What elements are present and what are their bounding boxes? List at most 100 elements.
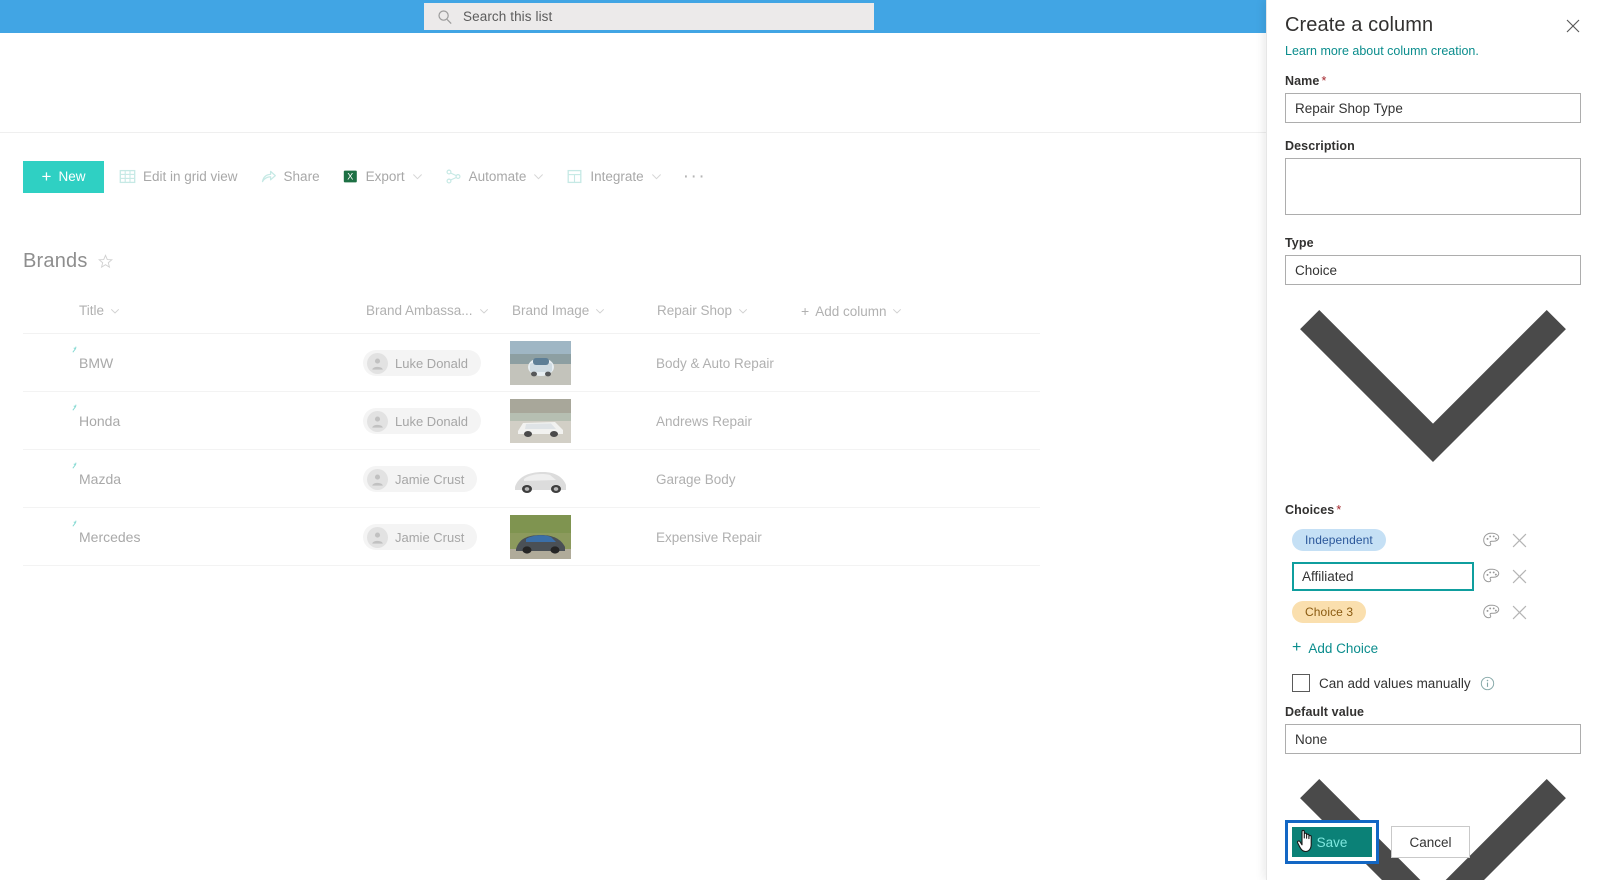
person-chip[interactable]: Jamie Crust — [363, 524, 478, 550]
list-column-headers: Title Brand Ambassa... Brand Image Repai… — [0, 303, 1060, 330]
edit-in-grid-view-button[interactable]: Edit in grid view — [108, 161, 249, 193]
cell-brand-ambassador: Jamie Crust — [363, 508, 478, 566]
table-row[interactable]: Honda Luke Donald Andrews Repair — [23, 392, 1040, 450]
cell-title: Mazda — [72, 450, 121, 508]
can-add-values-manually-checkbox[interactable] — [1292, 674, 1310, 693]
cell-brand-ambassador: Luke Donald — [363, 392, 481, 450]
required-marker: * — [1321, 74, 1327, 88]
chevron-down-icon — [738, 308, 748, 314]
required-marker: * — [1336, 503, 1342, 518]
default-value-selected: None — [1295, 731, 1328, 747]
chevron-down-icon — [479, 308, 488, 314]
add-choice-label: Add Choice — [1308, 640, 1379, 656]
table-row[interactable]: Mercedes Jamie Crust Expensive Repair — [23, 508, 1040, 566]
close-icon — [1512, 569, 1526, 584]
chevron-down-icon — [651, 174, 661, 180]
default-value-dropdown[interactable]: None — [1285, 724, 1581, 755]
chevron-down-icon — [1300, 309, 1566, 463]
choice-input-focused[interactable] — [1292, 561, 1474, 591]
choices-label: Choices * — [1285, 503, 1584, 517]
choice-delete-button[interactable] — [1505, 598, 1533, 626]
person-chip[interactable]: Luke Donald — [363, 350, 481, 376]
name-field[interactable] — [1285, 93, 1581, 123]
share-icon — [261, 170, 276, 183]
brand-image-thumbnail[interactable] — [510, 399, 571, 443]
export-label: Export — [365, 169, 405, 184]
share-button[interactable]: Share — [249, 161, 331, 193]
avatar — [367, 468, 388, 490]
command-toolbar: + New Edit in grid view Share X Export A… — [0, 133, 1266, 220]
sharing-marker-icon — [72, 462, 77, 469]
row-title: Mercedes — [79, 529, 141, 545]
new-button-label: New — [58, 169, 86, 184]
avatar — [367, 352, 388, 374]
column-header-title[interactable]: Title — [79, 303, 120, 318]
search-input[interactable]: Search this list — [424, 3, 874, 30]
page-root: Search this list + New Edit in grid view… — [0, 0, 1600, 880]
cancel-button[interactable]: Cancel — [1391, 826, 1470, 858]
choice-delete-button[interactable] — [1505, 562, 1533, 590]
save-button[interactable]: Save — [1292, 827, 1372, 857]
chevron-down-icon — [596, 308, 605, 314]
suite-bar: Search this list — [0, 0, 1266, 33]
choice-color-button[interactable] — [1477, 598, 1505, 626]
export-button[interactable]: X Export — [331, 161, 434, 193]
choices-label-text: Choices — [1285, 503, 1335, 518]
type-value: Choice — [1295, 262, 1338, 278]
panel-header: Create a column — [1267, 0, 1600, 37]
column-header-repair-shop[interactable]: Repair Shop — [657, 303, 748, 318]
choice-delete-button[interactable] — [1505, 526, 1533, 554]
info-icon[interactable] — [1480, 676, 1495, 691]
choices-list: Independent Affiliated Choice 3 — [1285, 522, 1584, 630]
can-add-values-manually-label: Can add values manually — [1319, 675, 1471, 691]
share-label: Share — [283, 169, 320, 184]
sharing-marker-icon — [72, 520, 77, 527]
automate-button[interactable]: Automate — [434, 161, 556, 193]
can-add-values-manually-row[interactable]: Can add values manually — [1285, 674, 1584, 693]
cell-title: Honda — [72, 392, 120, 450]
choice-color-button[interactable] — [1477, 526, 1505, 554]
plus-icon: + — [41, 167, 52, 186]
brand-image-thumbnail[interactable] — [510, 341, 571, 385]
cell-repair-shop: Garage Body — [656, 450, 736, 508]
column-header-brand-image[interactable]: Brand Image — [512, 303, 605, 318]
description-label: Description — [1285, 139, 1355, 153]
add-column-button[interactable]: + Add column — [801, 303, 902, 319]
more-commands-button[interactable]: ··· — [673, 167, 716, 186]
choice-pill[interactable]: Choice 3 — [1292, 601, 1367, 624]
brand-image-thumbnail[interactable] — [510, 457, 571, 501]
choice-value-slot[interactable]: Choice 3 — [1285, 601, 1477, 624]
cell-brand-ambassador: Jamie Crust — [363, 450, 478, 508]
type-dropdown[interactable]: Choice — [1285, 255, 1581, 285]
person-name: Luke Donald — [395, 413, 468, 429]
choice-pill[interactable]: Independent — [1292, 529, 1386, 552]
column-header-label: Repair Shop — [657, 303, 733, 318]
page-title: Brands — [23, 250, 88, 272]
close-icon[interactable] — [1560, 13, 1586, 39]
choice-row: Choice 3 — [1285, 594, 1584, 630]
edit-in-grid-view-label: Edit in grid view — [143, 169, 238, 184]
description-field[interactable] — [1285, 158, 1581, 215]
choice-value-slot[interactable]: Independent — [1285, 529, 1477, 552]
table-row[interactable]: Mazda Jamie Crust Garage Body — [23, 450, 1040, 508]
star-icon[interactable] — [97, 254, 113, 269]
table-row[interactable]: BMW Luke Donald Body & Auto Repair — [23, 334, 1040, 392]
person-chip[interactable]: Jamie Crust — [363, 466, 478, 492]
person-chip[interactable]: Luke Donald — [363, 408, 481, 434]
add-choice-button[interactable]: + Add Choice — [1292, 640, 1584, 656]
column-header-brand-ambassador[interactable]: Brand Ambassa... — [366, 303, 489, 318]
plus-icon: + — [1292, 639, 1302, 657]
name-label-text: Name — [1285, 74, 1320, 88]
integrate-button[interactable]: Integrate — [555, 161, 672, 193]
person-name: Jamie Crust — [395, 529, 465, 545]
chevron-down-icon — [110, 308, 120, 314]
brand-image-thumbnail[interactable] — [510, 515, 571, 559]
choice-color-button[interactable] — [1477, 562, 1505, 590]
create-column-panel: Create a column Learn more about column … — [1266, 0, 1600, 880]
choice-row: Independent — [1285, 522, 1584, 558]
learn-more-link[interactable]: Learn more about column creation. — [1267, 37, 1600, 58]
new-button[interactable]: + New — [23, 160, 104, 193]
repair-shop-value: Expensive Repair — [656, 529, 762, 545]
choice-value-slot[interactable] — [1285, 561, 1477, 591]
list-header: Brands — [23, 250, 113, 273]
